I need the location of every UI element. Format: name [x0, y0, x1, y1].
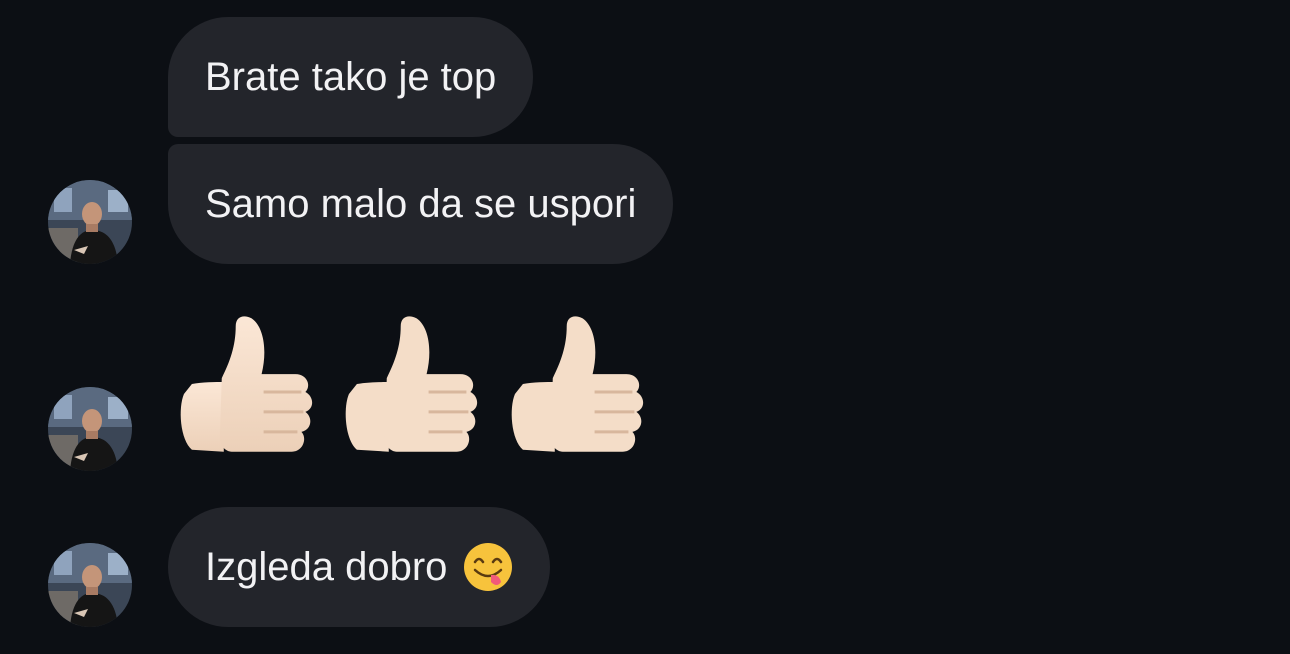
message-text: Samo malo da se uspori — [205, 182, 637, 226]
avatar[interactable] — [48, 387, 132, 471]
avatar[interactable] — [48, 180, 132, 264]
message-bubble[interactable]: Izgleda dobro — [168, 507, 551, 627]
face-savoring-food-icon — [464, 543, 513, 591]
message-text: Izgleda dobro — [205, 545, 448, 589]
thumbs-up-icon — [346, 316, 478, 452]
message-bubble[interactable]: Samo malo da se uspori — [168, 144, 674, 264]
message-text: Brate tako je top — [205, 55, 497, 99]
avatar[interactable] — [48, 543, 132, 627]
emoji-message[interactable] — [172, 312, 652, 477]
message-bubble[interactable]: Brate tako je top — [168, 17, 534, 137]
thumbs-up-icon — [511, 316, 643, 452]
thumbs-up-icon — [180, 316, 313, 452]
